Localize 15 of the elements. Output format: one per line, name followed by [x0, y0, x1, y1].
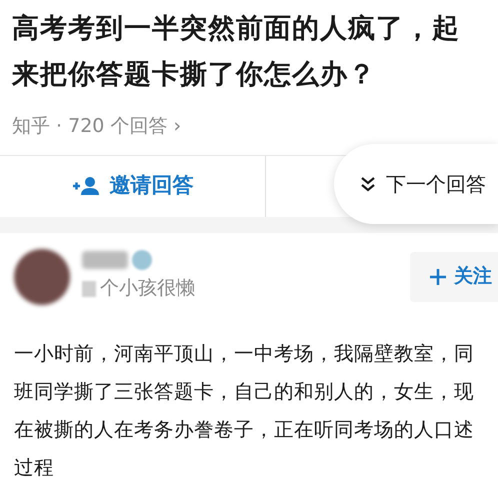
next-answer-button[interactable]: 下一个回答	[334, 144, 498, 224]
invite-answer-button[interactable]: 邀请回答	[72, 170, 194, 202]
blurred-username	[82, 251, 128, 270]
avatar[interactable]	[14, 248, 70, 304]
chevron-icon: ›	[173, 112, 182, 140]
badge-icon	[132, 250, 152, 270]
follow-button[interactable]: 关注	[410, 252, 498, 302]
add-person-icon	[72, 176, 102, 196]
blurred-text	[82, 280, 96, 296]
plus-icon	[430, 268, 446, 284]
question-source[interactable]: 知乎 · 720 个回答	[12, 112, 168, 140]
double-chevron-down-icon	[360, 176, 376, 192]
answer-text: 一小时前，河南平顶山，一中考场，我隔壁教室，同班同学撕了三张答题卡，自己的和别人的，女生，现在被撕的人在考务办誊卷子，正在听同考场的人口述过程	[13, 340, 475, 480]
author-bio: 个小孩很懒	[100, 276, 195, 302]
question-title: 高考考到一半突然前面的人疯了，起来把你答题卡撕了你怎么办？	[12, 12, 461, 92]
